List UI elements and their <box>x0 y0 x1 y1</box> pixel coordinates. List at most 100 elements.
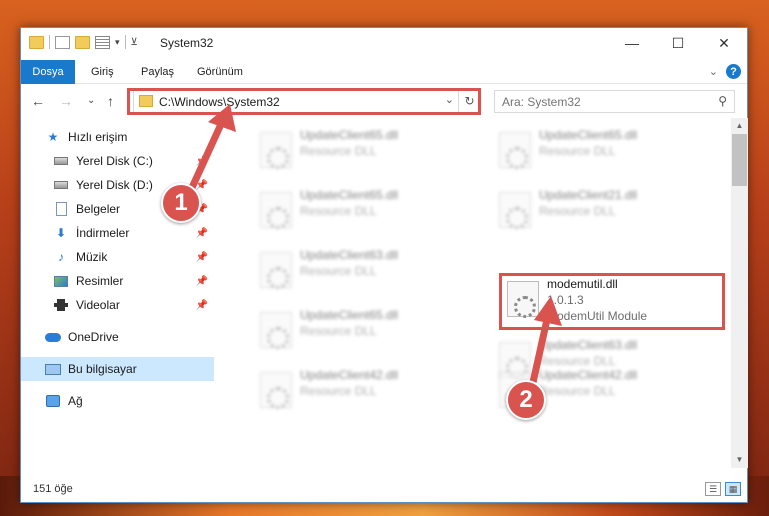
search-box[interactable]: ⚲ <box>494 90 735 113</box>
sidebar-item-label: Yerel Disk (D:) <box>76 178 153 192</box>
file-description: Resource DLL <box>300 204 377 218</box>
file-name: UpdateClient63.dll <box>300 248 399 262</box>
disk-icon <box>53 154 69 168</box>
sidebar-item-label: Videolar <box>76 298 120 312</box>
sidebar-item-label: Müzik <box>76 250 108 264</box>
expand-ribbon-icon[interactable]: ⌄ <box>709 65 718 78</box>
navigation-pane: ★ Hızlı erişim Yerel Disk (C:) 📌 Yerel D… <box>21 118 214 468</box>
tab-share[interactable]: Paylaş <box>131 60 184 84</box>
chevron-down-icon[interactable]: ▾ <box>115 37 120 48</box>
item-count: 151 öğe <box>33 483 73 495</box>
file-description: Resource DLL <box>300 144 377 158</box>
step-2-badge: 2 <box>506 380 546 420</box>
file-item[interactable]: UpdateClient65.dll Resource DLL <box>252 306 482 352</box>
step-1-badge: 1 <box>161 183 201 223</box>
dll-file-icon <box>499 192 531 229</box>
file-name: UpdateClient65.dll <box>300 308 399 322</box>
close-button[interactable]: ✕ <box>701 28 747 58</box>
file-list: UpdateClient65.dll Resource DLL UpdateCl… <box>214 118 731 468</box>
network-icon <box>45 394 61 408</box>
sidebar-item-label: OneDrive <box>68 330 119 344</box>
sidebar-item-quick-access[interactable]: ★ Hızlı erişim <box>21 125 214 149</box>
tab-view[interactable]: Görünüm <box>187 60 253 84</box>
scroll-thumb[interactable] <box>732 134 747 186</box>
title-bar: ▾ ⊻ System32 — ☐ ✕ <box>21 28 747 60</box>
status-bar: 151 öğe ☰ ▦ <box>21 477 747 502</box>
quick-access-toolbar: ▾ ⊻ <box>29 35 138 49</box>
back-button[interactable]: ← <box>31 93 45 109</box>
sidebar-item-downloads[interactable]: ⬇ İndirmeler 📌 <box>21 221 214 245</box>
ribbon-controls: ⌄ ? <box>709 64 741 79</box>
file-name: UpdateClient42.dll <box>300 368 399 382</box>
tab-file[interactable]: Dosya <box>21 60 75 84</box>
file-description: Resource DLL <box>300 324 377 338</box>
pin-icon[interactable]: 📌 <box>196 228 208 239</box>
file-highlight <box>499 273 725 330</box>
divider <box>124 35 126 49</box>
file-name: UpdateClient21.dll <box>539 188 638 202</box>
properties-icon[interactable] <box>55 35 70 49</box>
pictures-icon <box>53 274 69 288</box>
pin-icon[interactable]: 📌 <box>196 300 208 311</box>
sidebar-item-pictures[interactable]: Resimler 📌 <box>21 269 214 293</box>
explorer-window: ▾ ⊻ System32 — ☐ ✕ Dosya Giriş Paylaş Gö… <box>20 27 748 503</box>
customize-qa-icon[interactable]: ⊻ <box>131 37 138 48</box>
file-description: Resource DLL <box>539 204 616 218</box>
up-button[interactable]: ↑ <box>107 93 114 109</box>
star-icon: ★ <box>47 130 59 144</box>
documents-icon <box>53 202 69 216</box>
divider <box>49 35 50 49</box>
file-item[interactable]: UpdateClient42.dll Resource DLL <box>252 366 482 412</box>
recent-locations-button[interactable]: ⌄ <box>87 95 95 106</box>
forward-button[interactable]: → <box>59 93 73 109</box>
file-description: Resource DLL <box>539 144 616 158</box>
maximize-button[interactable]: ☐ <box>655 28 701 58</box>
file-description: Resource DLL <box>300 264 377 278</box>
ribbon: Dosya Giriş Paylaş Görünüm ⌄ ? <box>21 60 747 84</box>
dll-file-icon <box>260 192 292 229</box>
customize-icon[interactable] <box>95 35 110 49</box>
new-folder-icon[interactable] <box>75 35 90 49</box>
scroll-up-button[interactable]: ▲ <box>731 118 748 134</box>
pin-icon[interactable]: 📌 <box>196 276 208 287</box>
file-description: Resource DLL <box>539 384 616 398</box>
tiles-view-icon[interactable]: ▦ <box>725 482 741 496</box>
address-highlight <box>127 88 481 115</box>
vertical-scrollbar[interactable]: ▲ ▼ <box>731 118 748 468</box>
scroll-down-button[interactable]: ▼ <box>731 452 748 468</box>
help-icon[interactable]: ? <box>726 64 741 79</box>
this-pc-icon <box>45 362 61 376</box>
file-item[interactable]: UpdateClient65.dll Resource DLL <box>491 126 721 172</box>
search-icon[interactable]: ⚲ <box>718 94 727 108</box>
address-row: ← → ⌄ ↑ C:\Windows\System32 ⌄ ↻ ⚲ <box>21 85 747 117</box>
file-name: UpdateClient63.dll <box>539 338 638 352</box>
file-name: UpdateClient65.dll <box>539 128 638 142</box>
sidebar-item-label: Ağ <box>68 394 83 408</box>
file-item[interactable]: UpdateClient21.dll Resource DLL <box>491 186 721 232</box>
pin-icon[interactable]: 📌 <box>196 252 208 263</box>
pin-icon[interactable]: 📌 <box>196 180 208 191</box>
onedrive-icon <box>45 330 61 344</box>
sidebar-item-music[interactable]: ♪ Müzik 📌 <box>21 245 214 269</box>
window-title: System32 <box>160 36 214 50</box>
search-input[interactable] <box>502 95 702 109</box>
folder-icon <box>29 35 44 49</box>
minimize-button[interactable]: — <box>609 28 655 58</box>
dll-file-icon <box>260 252 292 289</box>
sidebar-item-this-pc[interactable]: Bu bilgisayar <box>21 357 214 381</box>
pin-icon[interactable]: 📌 <box>196 156 208 167</box>
file-item[interactable]: UpdateClient63.dll Resource DLL <box>252 246 482 292</box>
sidebar-item-local-disk-c[interactable]: Yerel Disk (C:) 📌 <box>21 149 214 173</box>
sidebar-item-onedrive[interactable]: OneDrive <box>21 325 214 349</box>
file-name: UpdateClient65.dll <box>300 128 399 142</box>
details-view-icon[interactable]: ☰ <box>705 482 721 496</box>
sidebar-item-network[interactable]: Ağ <box>21 389 214 413</box>
downloads-icon: ⬇ <box>55 226 67 240</box>
file-name: UpdateClient65.dll <box>300 188 399 202</box>
file-item[interactable]: UpdateClient65.dll Resource DLL <box>252 186 482 232</box>
sidebar-item-label: Belgeler <box>76 202 121 216</box>
sidebar-item-videos[interactable]: Videolar 📌 <box>21 293 214 317</box>
dll-file-icon <box>260 132 292 169</box>
tab-home[interactable]: Giriş <box>81 60 124 84</box>
file-item[interactable]: UpdateClient65.dll Resource DLL <box>252 126 482 172</box>
